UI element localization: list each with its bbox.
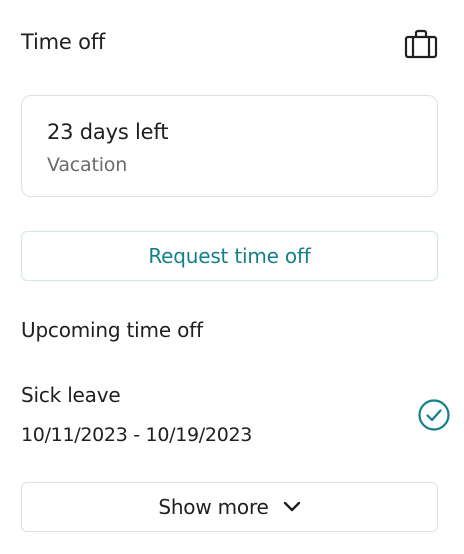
leave-type-label: Vacation: [47, 154, 128, 176]
check-circle-icon: [418, 399, 450, 431]
upcoming-leave-item[interactable]: Sick leave 10/11/2023 - 10/19/2023: [21, 380, 451, 450]
leave-name: Sick leave: [21, 383, 121, 407]
time-off-header: Time off: [21, 28, 439, 62]
briefcase-icon: [404, 29, 438, 59]
upcoming-time-off-heading: Upcoming time off: [21, 318, 203, 342]
show-more-button[interactable]: Show more: [21, 482, 438, 532]
chevron-down-icon: [283, 501, 300, 512]
page-title: Time off: [21, 30, 106, 54]
vacation-balance-card: 23 days left Vacation: [21, 95, 438, 197]
leave-dates: 10/11/2023 - 10/19/2023: [21, 424, 253, 446]
days-left-value: 23 days left: [47, 120, 169, 144]
request-time-off-button[interactable]: Request time off: [21, 231, 438, 281]
show-more-label: Show more: [158, 495, 269, 519]
